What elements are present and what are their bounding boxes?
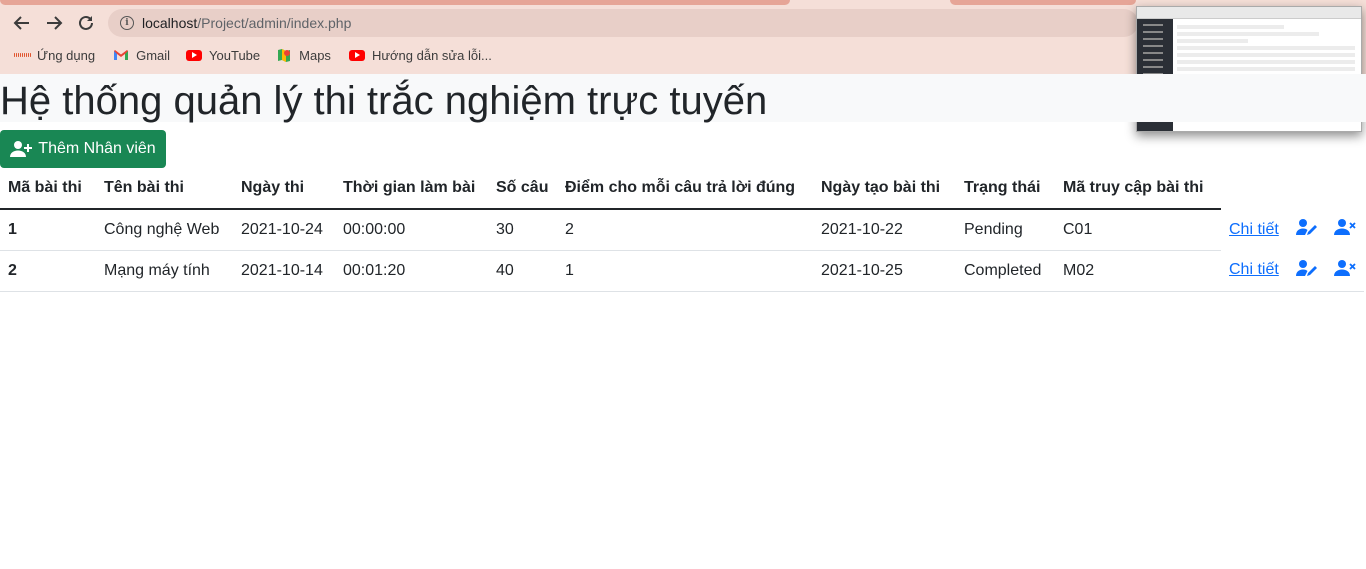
edit-user-icon[interactable]: [1296, 259, 1318, 277]
header-question-count: Số câu: [488, 168, 557, 210]
youtube-icon: [348, 47, 365, 63]
table-header-row: Mã bài thi Tên bài thi Ngày thi Thời gia…: [0, 168, 1364, 210]
header-points-per-answer: Điểm cho mỗi câu trả lời đúng: [557, 168, 813, 210]
apps-grid-icon: [14, 47, 30, 63]
detail-link[interactable]: Chi tiết: [1229, 261, 1279, 278]
back-icon[interactable]: [11, 12, 33, 34]
reload-icon[interactable]: [75, 12, 97, 34]
site-info-icon[interactable]: i: [120, 16, 134, 30]
add-employee-button[interactable]: Thêm Nhân viên: [0, 130, 166, 168]
header-status: Trạng thái: [956, 168, 1055, 210]
url-host: localhost: [142, 15, 198, 31]
cell-exam-date: 2021-10-14: [233, 250, 335, 292]
add-user-icon: [10, 140, 33, 158]
cell-edit: [1288, 209, 1326, 250]
bookmark-label: Gmail: [136, 47, 171, 63]
cell-access-code: C01: [1055, 209, 1221, 251]
bookmark-gmail[interactable]: Gmail: [113, 47, 170, 63]
tab-strip: [0, 0, 790, 5]
table-row: 2 Mạng máy tính 2021-10-14 00:01:20 40 1…: [0, 250, 1364, 292]
cell-edit: [1288, 250, 1326, 292]
bookmarks-bar: Ứng dụng Gmail YouTube Maps Hướng dẫn sử…: [0, 44, 492, 66]
detail-link[interactable]: Chi tiết: [1229, 221, 1279, 238]
add-employee-label: Thêm Nhân viên: [38, 140, 156, 157]
cell-exam-id: 2: [0, 250, 96, 292]
bookmark-youtube[interactable]: YouTube: [186, 47, 260, 63]
cell-exam-date: 2021-10-24: [233, 209, 335, 251]
edit-user-icon[interactable]: [1296, 218, 1318, 236]
bookmark-label: Ứng dụng: [37, 47, 96, 63]
table-row: 1 Công nghệ Web 2021-10-24 00:00:00 30 2…: [0, 209, 1364, 251]
cell-detail: Chi tiết: [1221, 209, 1288, 250]
page-title: Hệ thống quản lý thi trắc nghiệm trực tu…: [0, 79, 768, 123]
cell-status: Pending: [956, 209, 1055, 251]
cell-delete: [1326, 250, 1364, 292]
cell-created-date: 2021-10-25: [813, 250, 956, 292]
cell-exam-name: Công nghệ Web: [96, 209, 233, 251]
cell-exam-id: 1: [0, 209, 96, 251]
cell-question-count: 30: [488, 209, 557, 251]
bookmark-label: Hướng dẫn sửa lỗi...: [371, 47, 492, 63]
cell-access-code: M02: [1055, 250, 1221, 292]
maps-icon: [276, 47, 292, 63]
url-path: /Project/admin/index.php: [197, 15, 352, 31]
header-blank: [1288, 168, 1326, 209]
header-exam-id: Mã bài thi: [0, 168, 96, 210]
cell-detail: Chi tiết: [1221, 250, 1288, 292]
cell-points: 1: [557, 250, 813, 292]
youtube-icon: [186, 47, 203, 63]
cell-duration: 00:01:20: [335, 250, 488, 292]
cell-delete: [1326, 209, 1364, 250]
cell-duration: 00:00:00: [335, 209, 488, 251]
bookmark-label: YouTube: [209, 47, 261, 63]
header-created-date: Ngày tạo bài thi: [813, 168, 956, 210]
cell-status: Completed: [956, 250, 1055, 292]
bookmark-maps[interactable]: Maps: [276, 47, 331, 63]
tab-strip: [950, 0, 1136, 5]
exam-table: Mã bài thi Tên bài thi Ngày thi Thời gia…: [0, 168, 1364, 292]
cell-question-count: 40: [488, 250, 557, 292]
cell-exam-name: Mạng máy tính: [96, 250, 233, 292]
remove-user-icon[interactable]: [1334, 259, 1356, 277]
header-exam-date: Ngày thi: [233, 168, 335, 210]
bookmark-apps[interactable]: Ứng dụng: [14, 47, 95, 63]
bookmark-huong-dan[interactable]: Hướng dẫn sửa lỗi...: [348, 47, 492, 63]
forward-icon[interactable]: [43, 12, 65, 34]
header-exam-name: Tên bài thi: [96, 168, 233, 210]
header-access-code: Mã truy cập bài thi: [1055, 168, 1221, 210]
header-duration: Thời gian làm bài: [335, 168, 488, 210]
header-blank: [1221, 168, 1288, 209]
remove-user-icon[interactable]: [1334, 218, 1356, 236]
cell-points: 2: [557, 209, 813, 251]
header-blank: [1326, 168, 1364, 209]
address-bar[interactable]: i localhost/Project/admin/index.php: [108, 9, 1138, 37]
cell-created-date: 2021-10-22: [813, 209, 956, 251]
bookmark-label: Maps: [299, 47, 331, 63]
gmail-icon: [113, 47, 129, 63]
